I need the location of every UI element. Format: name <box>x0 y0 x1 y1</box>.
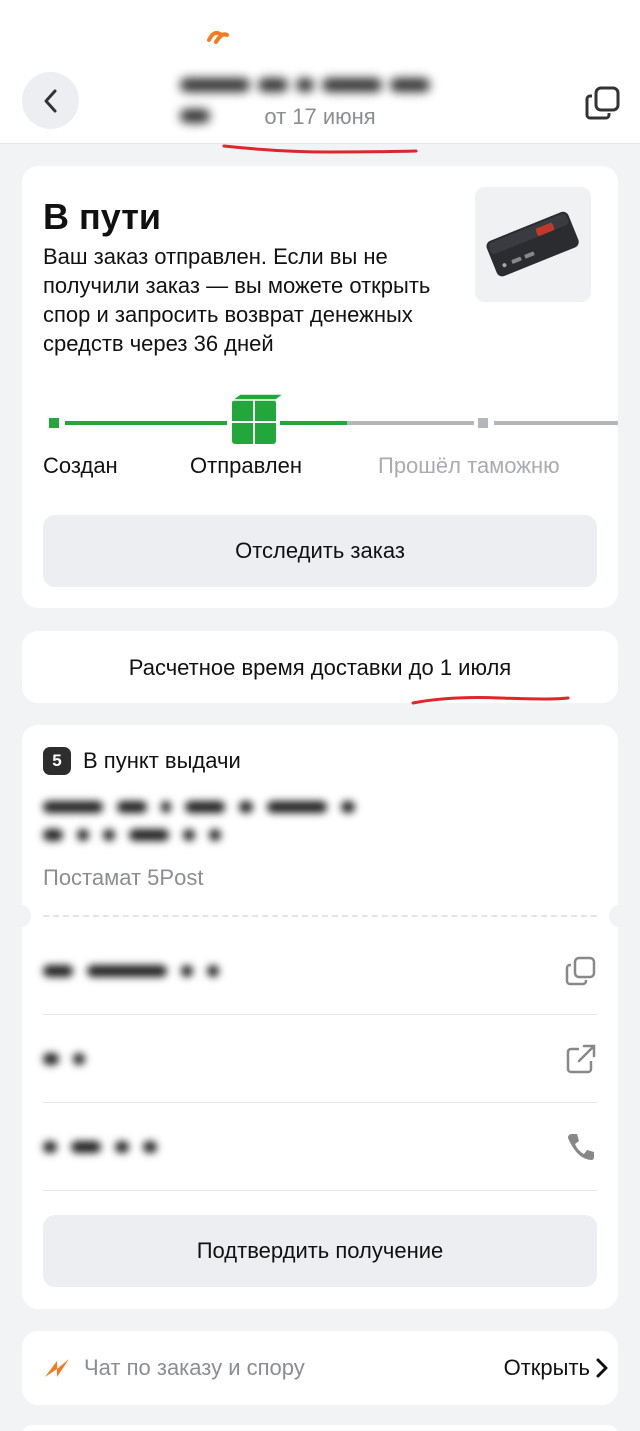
dashed-divider <box>43 915 597 917</box>
power-bank-image <box>475 187 591 302</box>
next-card-peek <box>22 1425 618 1431</box>
annotation-underline <box>222 144 418 154</box>
stage-created: Создан <box>43 453 118 478</box>
pickup-code-obscured <box>43 965 233 977</box>
order-date: от 17 июня <box>264 104 376 129</box>
stage-shipped: Отправлен <box>190 453 302 478</box>
chat-label: Чат по заказу и спору <box>84 1355 305 1380</box>
5post-logo-icon: 5 <box>43 747 71 775</box>
confirm-receipt-button[interactable]: Подтвердить получение <box>43 1215 597 1287</box>
notch-right <box>609 905 627 927</box>
pickup-code-row <box>43 927 597 1015</box>
notch-left <box>13 905 31 927</box>
order-title-obscured <box>180 66 470 123</box>
pickup-phone-row[interactable] <box>43 1103 597 1191</box>
progress-track <box>49 394 618 444</box>
status-title: В пути <box>43 196 161 237</box>
pickup-card: 5 В пункт выдачи Постамат 5Post Подтверд… <box>13 725 627 1309</box>
pickup-location-row[interactable] <box>43 1015 597 1103</box>
external-link-icon[interactable] <box>565 1043 597 1075</box>
brand-logo-icon <box>207 30 229 44</box>
pickup-address-line-1 <box>43 801 369 813</box>
status-description: Ваш заказ отправлен. Если вы не получили… <box>43 244 431 356</box>
chat-card[interactable]: Чат по заказу и спору Открыть <box>22 1331 618 1405</box>
phone-icon[interactable] <box>565 1131 597 1163</box>
copy-icon[interactable] <box>584 84 622 122</box>
chat-open-link[interactable]: Открыть <box>504 1355 590 1381</box>
product-image[interactable] <box>475 187 591 302</box>
stage-customs: Прошёл таможню <box>378 453 560 478</box>
pickup-location-obscured <box>43 1053 99 1065</box>
annotation-underline-2 <box>411 696 570 705</box>
order-status-card: В пути Ваш заказ отправлен. Если вы не п… <box>22 166 618 608</box>
lightning-icon <box>45 1359 69 1377</box>
box-icon <box>229 394 286 444</box>
pickup-address-line-2 <box>43 829 235 841</box>
chevron-right-icon <box>596 1358 608 1378</box>
copy-icon[interactable] <box>565 955 597 987</box>
pickup-header: 5 В пункт выдачи <box>43 747 241 775</box>
pickup-type: Постамат 5Post <box>43 865 204 890</box>
track-order-button[interactable]: Отследить заказ <box>43 515 597 587</box>
header: от 17 июня <box>0 0 640 144</box>
pickup-title: В пункт выдачи <box>83 748 241 773</box>
pickup-phone-obscured <box>43 1141 171 1153</box>
delivery-estimate-text: Расчетное время доставки до 1 июля <box>128 655 512 680</box>
